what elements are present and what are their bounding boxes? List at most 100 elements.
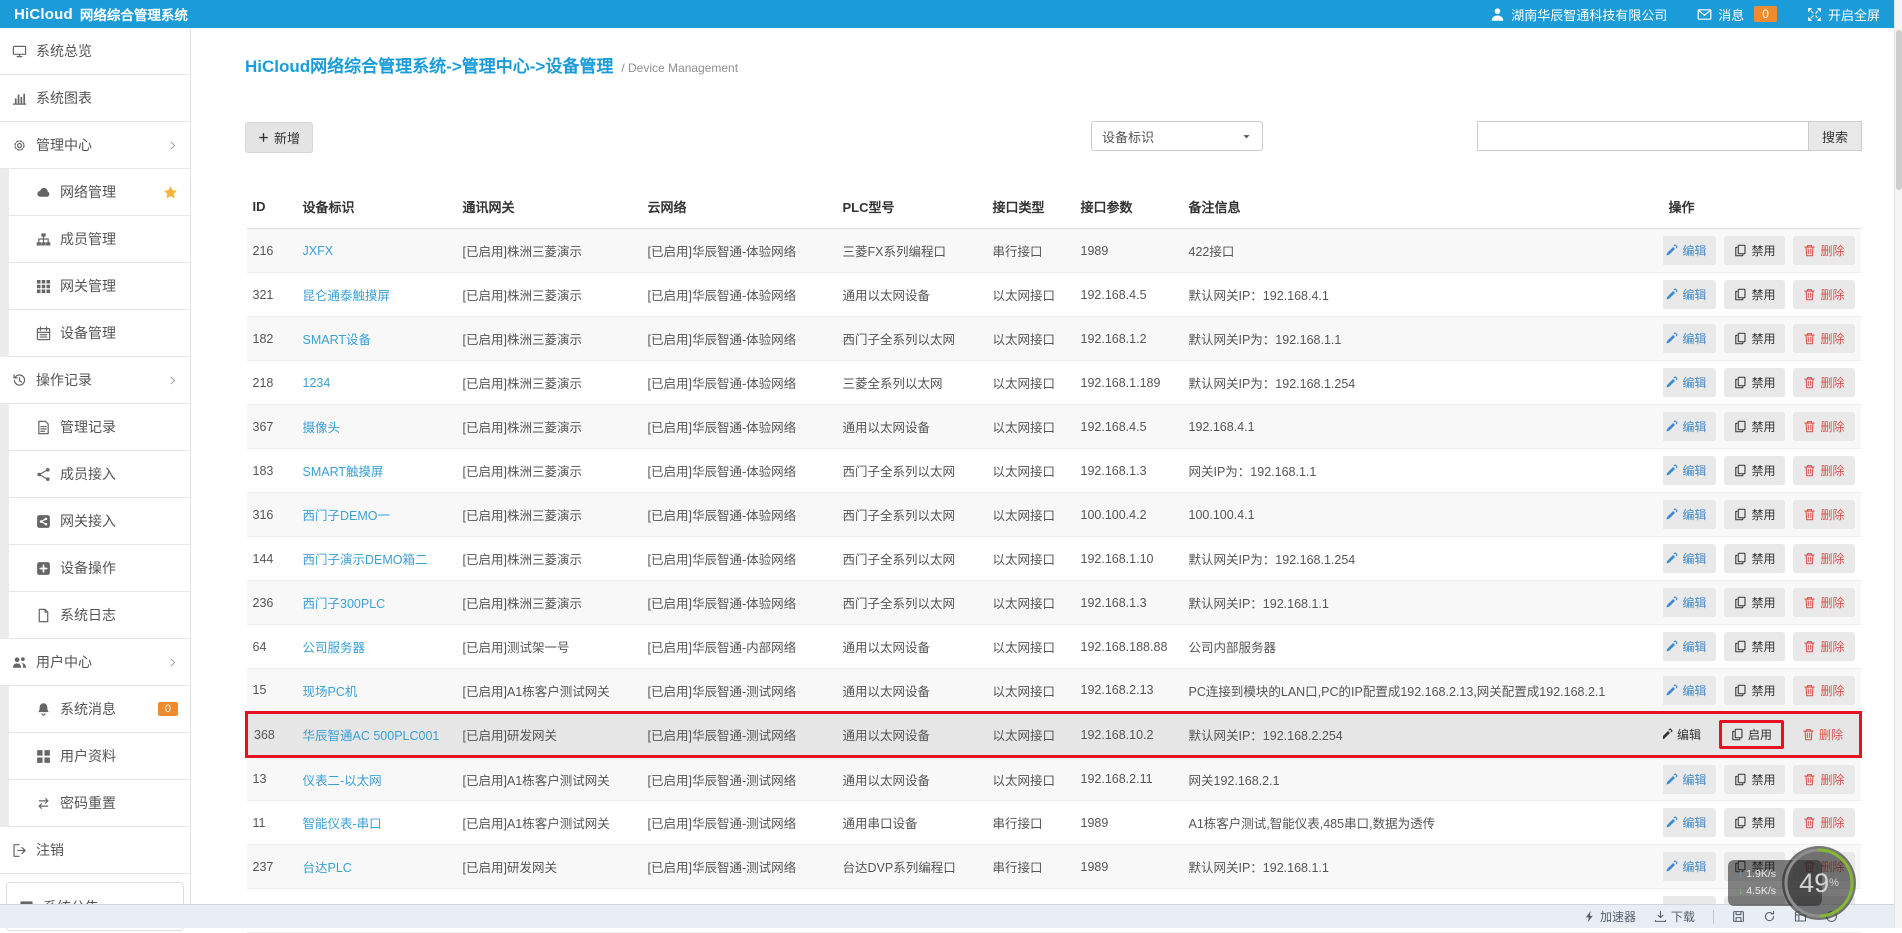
sidebar-item-exchange[interactable]: 密码重置 [9, 780, 190, 827]
device-link[interactable]: 华辰智通AC 500PLC001 [303, 729, 440, 743]
chart-icon [12, 91, 27, 106]
edit-button[interactable]: 编辑 [1662, 808, 1717, 837]
sidebar-item-users[interactable]: 用户中心 [0, 639, 190, 686]
download-button[interactable]: 下载 [1654, 908, 1695, 925]
device-link[interactable]: SMART设备 [303, 333, 372, 347]
filter-select[interactable]: 设备标识 [1091, 121, 1263, 151]
del-button[interactable]: 删除 [1793, 500, 1855, 529]
copy-icon [1734, 816, 1747, 829]
device-link[interactable]: 台达PLC [303, 861, 352, 875]
toggle-button[interactable]: 禁用 [1724, 456, 1786, 485]
speed-gauge[interactable]: 49 % [1782, 846, 1856, 920]
edit-button[interactable]: 编辑 [1662, 720, 1711, 749]
edit-button[interactable]: 编辑 [1662, 632, 1717, 661]
cell-gateway: [已启用]株洲三菱演示 [456, 448, 642, 493]
device-link[interactable]: 摄像头 [303, 421, 341, 435]
sidebar-item-share-square[interactable]: 网关接入 [9, 498, 190, 545]
sidebar-item-sitemap[interactable]: 成员管理 [9, 216, 190, 263]
fullscreen-button[interactable]: 开启全屏 [1807, 5, 1880, 24]
edit-button[interactable]: 编辑 [1662, 236, 1717, 265]
sidebar-item-share[interactable]: 成员接入 [9, 451, 190, 498]
copy-icon [1734, 508, 1747, 521]
device-link[interactable]: 现场PC机 [303, 685, 358, 699]
del-button[interactable]: 删除 [1793, 456, 1855, 485]
device-link[interactable]: 西门子DEMO一 [303, 509, 391, 523]
messages-menu[interactable]: 消息 0 [1697, 5, 1777, 24]
toggle-button[interactable]: 禁用 [1724, 544, 1786, 573]
toggle-button[interactable]: 禁用 [1724, 280, 1786, 309]
device-link[interactable]: 西门子300PLC [303, 597, 386, 611]
edit-button[interactable]: 编辑 [1662, 324, 1717, 353]
device-link[interactable]: 昆仑通泰触摸屏 [303, 289, 391, 303]
edit-button[interactable]: 编辑 [1662, 852, 1717, 881]
del-button[interactable]: 删除 [1793, 588, 1855, 617]
search-button[interactable]: 搜索 [1808, 121, 1862, 151]
cell-note-text: 公司内部服务器 [1188, 641, 1277, 655]
toggle-button[interactable]: 禁用 [1724, 324, 1786, 353]
del-button[interactable]: 删除 [1793, 544, 1855, 573]
edit-button[interactable]: 编辑 [1662, 675, 1717, 705]
del-button-label: 删除 [1820, 683, 1845, 698]
sidebar-item-history[interactable]: 操作记录 [0, 357, 190, 404]
toggle-button[interactable]: 禁用 [1724, 588, 1786, 617]
toggle-button[interactable]: 禁用 [1724, 236, 1786, 265]
grid-icon [36, 279, 51, 294]
del-button[interactable]: 删除 [1793, 412, 1855, 441]
device-link[interactable]: SMART触摸屏 [303, 465, 384, 479]
toggle-button[interactable]: 禁用 [1724, 500, 1786, 529]
scrollbar-track[interactable] [1894, 0, 1902, 928]
add-button[interactable]: 新增 [245, 122, 314, 153]
edit-button[interactable]: 编辑 [1662, 500, 1717, 529]
device-link[interactable]: 1234 [303, 376, 331, 390]
toggle-button[interactable]: 启用 [1718, 720, 1784, 749]
del-button[interactable]: 删除 [1792, 720, 1853, 749]
del-button[interactable]: 删除 [1793, 324, 1855, 353]
toggle-button[interactable]: 禁用 [1724, 675, 1786, 705]
search-input[interactable] [1476, 121, 1809, 151]
scrollbar-thumb[interactable] [1896, 30, 1902, 190]
del-button[interactable]: 删除 [1793, 280, 1855, 309]
toggle-button[interactable]: 禁用 [1724, 764, 1786, 794]
toggle-button[interactable]: 禁用 [1724, 368, 1786, 397]
edit-button[interactable]: 编辑 [1662, 588, 1717, 617]
del-button[interactable]: 删除 [1793, 236, 1855, 265]
cell-interface-type: 以太网接口 [986, 404, 1075, 449]
edit-button[interactable]: 编辑 [1662, 456, 1717, 485]
edit-button[interactable]: 编辑 [1662, 280, 1717, 309]
sidebar-item-gears[interactable]: 管理中心 [0, 122, 190, 169]
toggle-button[interactable]: 禁用 [1724, 412, 1786, 441]
sidebar-item-desktop[interactable]: 系统总览 [0, 28, 190, 75]
cell-cloud: [已启用]华辰智通-测试网络 [641, 800, 837, 845]
del-button[interactable]: 删除 [1793, 368, 1855, 397]
cell-interface-type: 以太网接口 [986, 272, 1075, 317]
device-link[interactable]: 西门子演示DEMO箱二 [303, 553, 428, 567]
sidebar-item-file[interactable]: 系统日志 [9, 592, 190, 639]
edit-button[interactable]: 编辑 [1662, 412, 1717, 441]
device-link[interactable]: 智能仪表-串口 [303, 817, 382, 831]
edit-button[interactable]: 编辑 [1662, 764, 1717, 794]
device-link[interactable]: 公司服务器 [303, 641, 366, 655]
company-menu[interactable]: 湖南华辰智通科技有限公司 [1490, 5, 1667, 24]
toggle-button[interactable]: 禁用 [1724, 632, 1786, 661]
sidebar-item-th-large[interactable]: 用户资料 [9, 733, 190, 780]
sidebar-item-grid[interactable]: 网关管理 [9, 263, 190, 310]
toggle-button[interactable]: 禁用 [1724, 808, 1786, 837]
cell-note-text: 默认网关IP：192.168.4.1 [1188, 289, 1329, 303]
table-row: 316 西门子DEMO一 [已启用]株洲三菱演示 [已启用]华辰智通-体验网络 西门子全… [246, 492, 1861, 537]
sidebar-item-chart[interactable]: 系统图表 [0, 75, 190, 122]
device-link[interactable]: 仪表二-以太网 [303, 774, 382, 788]
del-button[interactable]: 删除 [1793, 764, 1855, 794]
del-button[interactable]: 删除 [1793, 632, 1855, 661]
del-button[interactable]: 删除 [1793, 808, 1855, 837]
sidebar-item-bell[interactable]: 系统消息 0 [9, 686, 190, 733]
accelerator-button[interactable]: 加速器 [1583, 908, 1636, 925]
sidebar-item-file-text[interactable]: 管理记录 [9, 404, 190, 451]
device-link[interactable]: JXFX [303, 244, 334, 258]
sidebar-item-calendar[interactable]: 设备管理 [9, 310, 190, 357]
sidebar-item-plus-square[interactable]: 设备操作 [9, 545, 190, 592]
sidebar-item-signout[interactable]: 注销 [0, 827, 190, 874]
edit-button[interactable]: 编辑 [1662, 368, 1717, 397]
sidebar-item-cloud[interactable]: 网络管理 [9, 169, 190, 216]
edit-button[interactable]: 编辑 [1662, 544, 1717, 573]
del-button[interactable]: 删除 [1793, 675, 1855, 705]
